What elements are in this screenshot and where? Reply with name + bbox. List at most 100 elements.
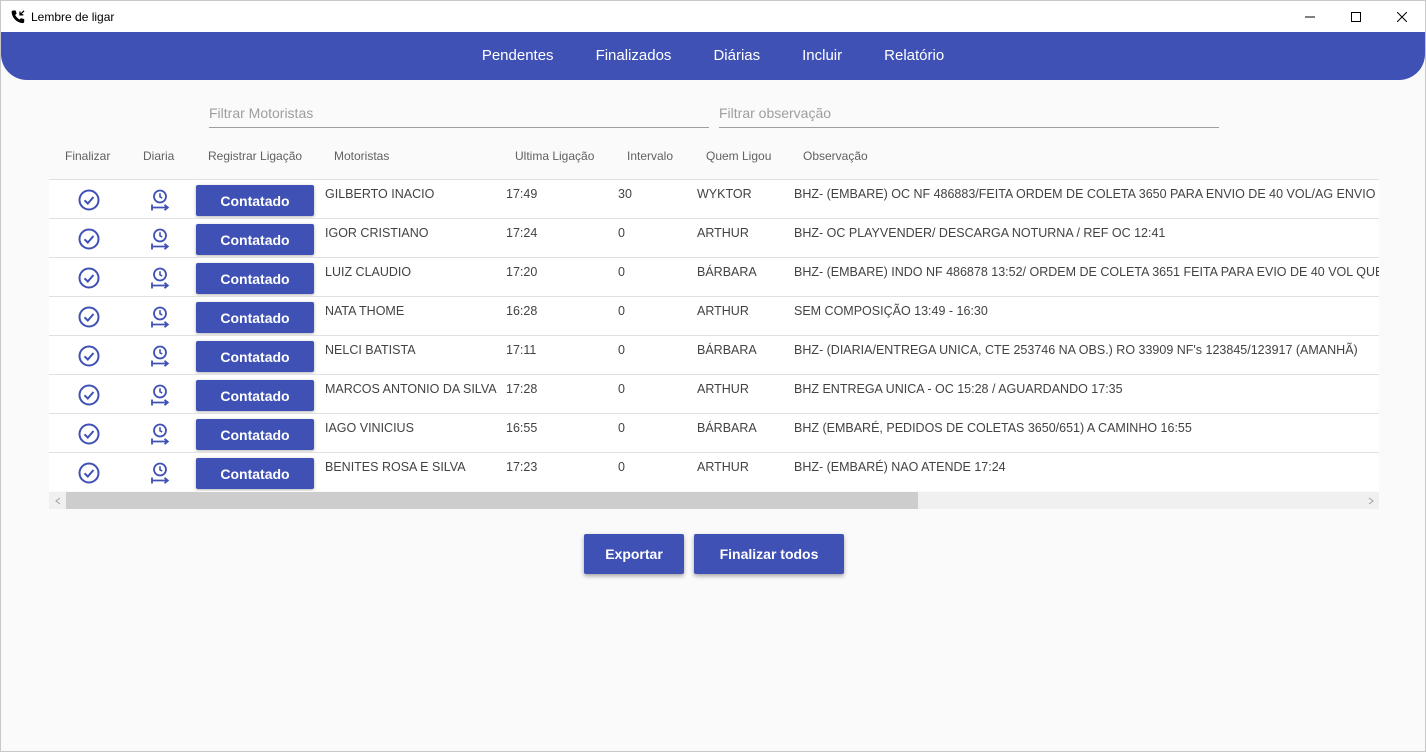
- cell-quem-ligou: BÁRBARA: [697, 265, 757, 279]
- column-header-registrar[interactable]: Registrar Ligação: [208, 149, 302, 163]
- column-header-observacao[interactable]: Observação: [803, 149, 868, 163]
- contatado-button[interactable]: Contatado: [196, 341, 314, 372]
- finalize-check-icon[interactable]: [77, 422, 101, 446]
- cell-observacao: BHZ ENTREGA UNICA - OC 15:28 / AGUARDAND…: [794, 382, 1123, 396]
- cell-intervalo: 30: [618, 187, 632, 201]
- diaria-clock-icon[interactable]: [148, 227, 172, 251]
- filter-observacao: [719, 99, 1219, 128]
- nav-incluir[interactable]: Incluir: [781, 32, 863, 80]
- diaria-clock-icon[interactable]: [148, 383, 172, 407]
- horizontal-scrollbar[interactable]: [49, 492, 1379, 509]
- contatado-button[interactable]: Contatado: [196, 419, 314, 450]
- cell-observacao: BHZ (EMBARÉ, PEDIDOS DE COLETAS 3650/651…: [794, 421, 1192, 435]
- table-row[interactable]: Contatado LUIZ CLAUDIO 17:20 0 BÁRBARA BHZ- (…: [49, 257, 1379, 296]
- diaria-clock-icon[interactable]: [148, 344, 172, 368]
- table-row[interactable]: Contatado IAGO VINICIUS 16:55 0 BÁRBARA BHZ (…: [49, 413, 1379, 452]
- table-body: Contatado GILBERTO INACIO 17:49 30 WYKTOR BHZ…: [49, 179, 1379, 491]
- finalize-check-icon[interactable]: [77, 227, 101, 251]
- cell-quem-ligou: ARTHUR: [697, 460, 749, 474]
- table-row[interactable]: Contatado BENITES ROSA E SILVA 17:23 0 ARTHU…: [49, 452, 1379, 491]
- column-header-quem-ligou[interactable]: Quem Ligou: [706, 149, 771, 163]
- cell-observacao: SEM COMPOSIÇÃO 13:49 - 16:30: [794, 304, 988, 318]
- cell-quem-ligou: ARTHUR: [697, 226, 749, 240]
- filter-motoristas-input[interactable]: [209, 105, 709, 121]
- cell-motorista: GILBERTO INACIO: [325, 187, 435, 201]
- table-row[interactable]: Contatado GILBERTO INACIO 17:49 30 WYKTOR BHZ…: [49, 179, 1379, 218]
- contatado-button[interactable]: Contatado: [196, 380, 314, 411]
- title-bar: Lembre de ligar: [1, 1, 1425, 32]
- table-row[interactable]: Contatado NELCI BATISTA 17:11 0 BÁRBARA BHZ- …: [49, 335, 1379, 374]
- cell-observacao: BHZ- OC PLAYVENDER/ DESCARGA NOTURNA / R…: [794, 226, 1166, 240]
- cell-quem-ligou: BÁRBARA: [697, 343, 757, 357]
- finalize-all-button[interactable]: Finalizar todos: [694, 534, 844, 574]
- table-row[interactable]: Contatado NATA THOME 16:28 0 ARTHUR SEM COMPO…: [49, 296, 1379, 335]
- cell-motorista: NATA THOME: [325, 304, 405, 318]
- scroll-right-arrow-icon[interactable]: [1362, 492, 1379, 509]
- close-button[interactable]: [1379, 1, 1425, 32]
- cell-ultima-ligacao: 16:28: [506, 304, 538, 318]
- scroll-left-arrow-icon[interactable]: [49, 492, 66, 509]
- nav-diarias[interactable]: Diárias: [692, 32, 781, 80]
- scrollbar-thumb[interactable]: [66, 492, 918, 509]
- cell-intervalo: 0: [618, 265, 625, 279]
- cell-intervalo: 0: [618, 343, 625, 357]
- cell-motorista: LUIZ CLAUDIO: [325, 265, 412, 279]
- finalize-check-icon[interactable]: [77, 383, 101, 407]
- diaria-clock-icon[interactable]: [148, 266, 172, 290]
- finalize-check-icon[interactable]: [77, 188, 101, 212]
- finalize-check-icon[interactable]: [77, 461, 101, 485]
- cell-intervalo: 0: [618, 226, 625, 240]
- filter-observacao-input[interactable]: [719, 105, 1219, 121]
- cell-quem-ligou: WYKTOR: [697, 187, 752, 201]
- diaria-clock-icon[interactable]: [148, 188, 172, 212]
- cell-ultima-ligacao: 17:11: [506, 343, 537, 357]
- cell-ultima-ligacao: 17:20: [506, 265, 538, 279]
- cell-motorista: NELCI BATISTA: [325, 343, 416, 357]
- contatado-button[interactable]: Contatado: [196, 185, 314, 216]
- cell-ultima-ligacao: 16:55: [506, 421, 538, 435]
- cell-intervalo: 0: [618, 421, 625, 435]
- window-title: Lembre de ligar: [31, 9, 115, 24]
- cell-ultima-ligacao: 17:28: [506, 382, 538, 396]
- contatado-button[interactable]: Contatado: [196, 263, 314, 294]
- cell-quem-ligou: BÁRBARA: [697, 421, 757, 435]
- table-row[interactable]: Contatado IGOR CRISTIANO 17:24 0 ARTHUR BHZ- …: [49, 218, 1379, 257]
- finalize-check-icon[interactable]: [77, 266, 101, 290]
- table-row[interactable]: Contatado MARCOS ANTONIO DA SILVA 17:28 0 AR…: [49, 374, 1379, 413]
- cell-intervalo: 0: [618, 460, 625, 474]
- finalize-check-icon[interactable]: [77, 305, 101, 329]
- contatado-button[interactable]: Contatado: [196, 302, 314, 333]
- cell-intervalo: 0: [618, 382, 625, 396]
- cell-motorista: IAGO VINICIUS: [325, 421, 414, 435]
- cell-ultima-ligacao: 17:49: [506, 187, 538, 201]
- diaria-clock-icon[interactable]: [148, 305, 172, 329]
- nav-pendentes[interactable]: Pendentes: [461, 32, 575, 80]
- cell-observacao: BHZ- (DIARIA/ENTREGA UNICA, CTE 253746 N…: [794, 343, 1358, 357]
- cell-ultima-ligacao: 17:23: [506, 460, 538, 474]
- column-header-ultima-ligacao[interactable]: Ultima Ligação: [515, 149, 594, 163]
- diaria-clock-icon[interactable]: [148, 422, 172, 446]
- column-header-intervalo[interactable]: Intervalo: [627, 149, 673, 163]
- export-button[interactable]: Exportar: [584, 534, 684, 574]
- minimize-icon: [1305, 16, 1315, 17]
- minimize-button[interactable]: [1287, 1, 1333, 32]
- cell-motorista: IGOR CRISTIANO: [325, 226, 429, 240]
- filter-motoristas: [209, 99, 709, 128]
- contatado-button[interactable]: Contatado: [196, 224, 314, 255]
- contatado-button[interactable]: Contatado: [196, 458, 314, 489]
- column-header-diaria[interactable]: Diaria: [143, 149, 174, 163]
- cell-quem-ligou: ARTHUR: [697, 382, 749, 396]
- cell-observacao: BHZ- (EMBARE) OC NF 486883/FEITA ORDEM D…: [794, 187, 1379, 201]
- nav-relatorio[interactable]: Relatório: [863, 32, 965, 80]
- cell-intervalo: 0: [618, 304, 625, 318]
- cell-motorista: MARCOS ANTONIO DA SILVA: [325, 382, 497, 396]
- finalize-check-icon[interactable]: [77, 344, 101, 368]
- close-icon: [1397, 11, 1407, 22]
- phone-icon: [11, 9, 25, 23]
- column-header-finalizar[interactable]: Finalizar: [65, 149, 110, 163]
- nav-bar: Pendentes Finalizados Diárias Incluir Re…: [1, 32, 1425, 80]
- column-header-motoristas[interactable]: Motoristas: [334, 149, 389, 163]
- diaria-clock-icon[interactable]: [148, 461, 172, 485]
- maximize-button[interactable]: [1333, 1, 1379, 32]
- nav-finalizados[interactable]: Finalizados: [575, 32, 693, 80]
